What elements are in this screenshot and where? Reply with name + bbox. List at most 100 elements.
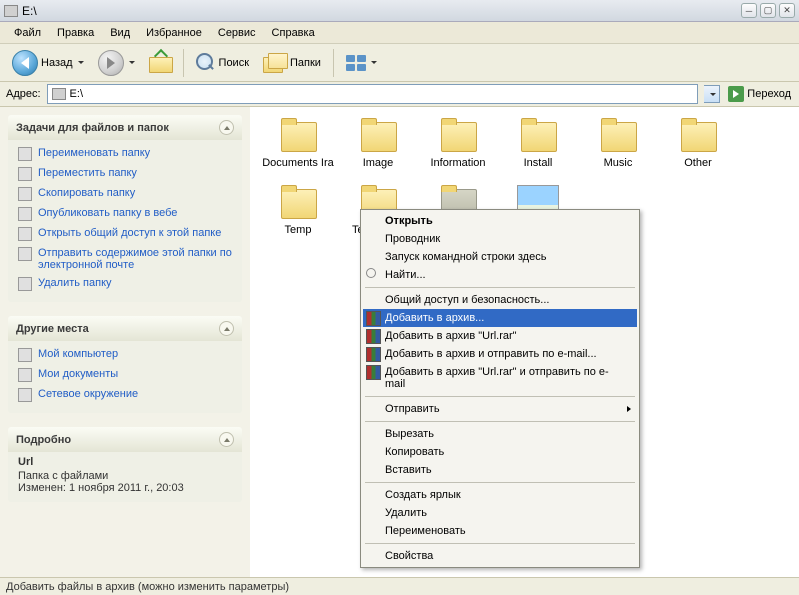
context-menu-item[interactable]: Создать ярлык — [363, 486, 637, 504]
context-menu-item[interactable]: Общий доступ и безопасность... — [363, 291, 637, 309]
separator — [333, 49, 334, 77]
places-title: Другие места — [16, 323, 89, 335]
menu-favorites[interactable]: Избранное — [138, 25, 210, 41]
context-menu-item[interactable]: Проводник — [363, 230, 637, 248]
context-menu-item[interactable]: Добавить в архив... — [363, 309, 637, 327]
views-button[interactable] — [340, 52, 383, 74]
places-body: Мой компьютерМои документы Сетевое окруже… — [8, 341, 242, 413]
context-item-label: Отправить — [385, 403, 440, 415]
context-menu-item[interactable]: Вырезать — [363, 425, 637, 443]
task-item[interactable]: Удалить папку — [18, 274, 232, 294]
menu-view[interactable]: Вид — [102, 25, 138, 41]
place-item[interactable]: Сетевое окружение — [18, 385, 232, 405]
place-label: Сетевое окружение — [38, 388, 138, 400]
task-item[interactable]: Открыть общий доступ к этой папке — [18, 224, 232, 244]
task-item[interactable]: Скопировать папку — [18, 184, 232, 204]
address-dropdown[interactable] — [704, 85, 720, 103]
maximize-button[interactable]: ▢ — [760, 3, 776, 18]
context-item-label: Переименовать — [385, 525, 466, 537]
context-item-label: Добавить в архив и отправить по e-mail..… — [385, 348, 597, 360]
menu-file[interactable]: Файл — [6, 25, 49, 41]
file-label: Information — [427, 156, 488, 170]
context-menu-item[interactable]: Добавить в архив "Url.rar" и отправить п… — [363, 363, 637, 393]
file-label: Music — [601, 156, 636, 170]
task-label: Отправить содержимое этой папки по элект… — [38, 247, 232, 271]
rar-icon — [366, 365, 381, 380]
file-item[interactable]: Install — [498, 118, 578, 170]
context-item-label: Найти... — [385, 269, 426, 281]
context-menu-item[interactable]: Копировать — [363, 443, 637, 461]
file-item[interactable]: Temp — [258, 185, 338, 237]
context-menu-item[interactable]: Добавить в архив "Url.rar" — [363, 327, 637, 345]
address-input[interactable]: E:\ — [47, 84, 699, 104]
file-item[interactable]: Information — [418, 118, 498, 170]
details-panel: Подробно Url Папка с файлами Изменен: 1 … — [8, 427, 242, 502]
places-panel-header[interactable]: Другие места — [8, 316, 242, 341]
task-icon — [18, 277, 32, 291]
task-item[interactable]: Переместить папку — [18, 164, 232, 184]
context-menu-item[interactable]: Открыть — [363, 212, 637, 230]
folders-label: Папки — [290, 57, 321, 69]
place-icon — [18, 388, 32, 402]
task-item[interactable]: Отправить содержимое этой папки по элект… — [18, 244, 232, 274]
file-label: Documents Ira — [259, 156, 337, 170]
toolbar: Назад Поиск Папки — [0, 44, 799, 82]
context-menu-item[interactable]: Найти... — [363, 266, 637, 284]
context-item-label: Открыть — [385, 215, 433, 227]
folder-icon — [677, 118, 719, 152]
menu-edit[interactable]: Правка — [49, 25, 102, 41]
context-menu-item[interactable]: Запуск командной строки здесь — [363, 248, 637, 266]
place-item[interactable]: Мои документы — [18, 365, 232, 385]
status-text: Добавить файлы в архив (можно изменить п… — [6, 581, 289, 593]
chevron-down-icon — [129, 61, 135, 64]
search-button[interactable]: Поиск — [190, 50, 255, 76]
address-label: Адрес: — [6, 88, 41, 100]
context-separator — [365, 482, 635, 483]
context-item-label: Создать ярлык — [385, 489, 461, 501]
context-item-label: Общий доступ и безопасность... — [385, 294, 549, 306]
context-item-label: Вырезать — [385, 428, 434, 440]
folders-button[interactable]: Папки — [257, 50, 327, 76]
details-body: Url Папка с файлами Изменен: 1 ноября 20… — [8, 452, 242, 502]
go-label: Переход — [747, 88, 791, 100]
task-label: Переименовать папку — [38, 147, 150, 159]
rar-icon — [366, 329, 381, 344]
context-separator — [365, 396, 635, 397]
collapse-icon — [219, 321, 234, 336]
context-menu-item[interactable]: Переименовать — [363, 522, 637, 540]
collapse-icon — [219, 120, 234, 135]
details-panel-header[interactable]: Подробно — [8, 427, 242, 452]
go-button[interactable]: Переход — [726, 84, 793, 104]
menu-service[interactable]: Сервис — [210, 25, 264, 41]
task-icon — [18, 227, 32, 241]
task-label: Открыть общий доступ к этой папке — [38, 227, 221, 239]
context-menu-item[interactable]: Свойства — [363, 547, 637, 565]
context-item-label: Проводник — [385, 233, 440, 245]
go-arrow-icon — [728, 86, 744, 102]
close-button[interactable]: ✕ — [779, 3, 795, 18]
context-menu-item[interactable]: Удалить — [363, 504, 637, 522]
context-menu-item[interactable]: Отправить — [363, 400, 637, 418]
separator — [183, 49, 184, 77]
file-item[interactable]: Music — [578, 118, 658, 170]
statusbar: Добавить файлы в архив (можно изменить п… — [0, 577, 799, 595]
context-menu-item[interactable]: Вставить — [363, 461, 637, 479]
task-item[interactable]: Переименовать папку — [18, 144, 232, 164]
minimize-button[interactable]: ─ — [741, 3, 757, 18]
file-item[interactable]: Other — [658, 118, 738, 170]
folder-icon — [597, 118, 639, 152]
file-item[interactable]: Documents Ira — [258, 118, 338, 170]
up-button[interactable] — [143, 50, 177, 76]
back-button[interactable]: Назад — [6, 47, 90, 79]
search-label: Поиск — [219, 57, 249, 69]
file-item[interactable]: Image — [338, 118, 418, 170]
task-item[interactable]: Опубликовать папку в вебе — [18, 204, 232, 224]
chevron-down-icon — [371, 61, 377, 64]
menu-help[interactable]: Справка — [264, 25, 323, 41]
context-menu-item[interactable]: Добавить в архив и отправить по e-mail..… — [363, 345, 637, 363]
context-item-label: Добавить в архив "Url.rar" и отправить п… — [385, 366, 619, 390]
place-item[interactable]: Мой компьютер — [18, 345, 232, 365]
tasks-panel-header[interactable]: Задачи для файлов и папок — [8, 115, 242, 140]
context-menu: Открыть Проводник Запуск командной строки … — [360, 209, 640, 568]
forward-button[interactable] — [92, 47, 141, 79]
